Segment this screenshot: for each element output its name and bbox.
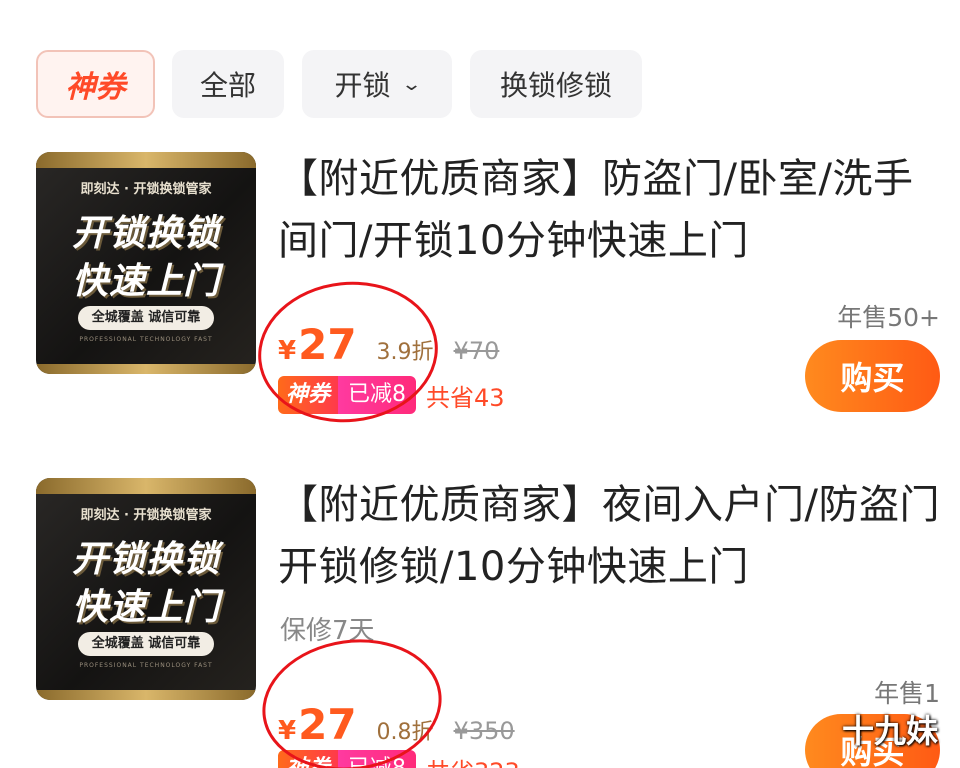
watermark: 十九妹: [841, 712, 938, 750]
reduced-badge: 已减8: [338, 376, 417, 414]
price-symbol: ¥: [278, 336, 297, 366]
warranty-tag: 保修7天: [280, 616, 375, 646]
tab-shenquan[interactable]: 神券: [36, 50, 155, 118]
annual-sales: 年售1: [874, 679, 940, 708]
thumb-slogan-2: 快速上门: [71, 261, 220, 302]
discount-rate: 0.8折: [376, 720, 434, 745]
product-thumbnail[interactable]: 即刻达 · 开锁换锁管家 开锁换锁 快速上门 全城覆盖 诚信可靠 PROFESS…: [36, 152, 256, 374]
thumb-gold-bar: [36, 478, 256, 494]
thumb-gold-bar-bottom: [36, 364, 256, 374]
tab-unlock-label: 开锁: [334, 69, 391, 102]
thumb-brand: 即刻达 · 开锁换锁管家: [80, 182, 212, 197]
thumb-slogan-1: 开锁换锁: [71, 213, 220, 254]
product-title[interactable]: 【附近优质商家】夜间入户门/防盗门开锁修锁/10分钟快速上门: [278, 474, 943, 598]
product-card[interactable]: 即刻达 · 开锁换锁管家 开锁换锁 快速上门 全城覆盖 诚信可靠 PROFESS…: [0, 474, 960, 768]
tab-all[interactable]: 全部: [172, 50, 284, 118]
total-saved: 共省43: [426, 383, 505, 412]
thumb-gold-bar-bottom: [36, 690, 256, 700]
thumb-brand: 即刻达 · 开锁换锁管家: [80, 508, 212, 523]
shenquan-badge: 神券: [278, 376, 339, 414]
tab-unlock[interactable]: 开锁 ⌄: [302, 50, 452, 118]
reduced-badge: 已减8: [338, 750, 417, 768]
tab-change-lock[interactable]: 换锁修锁: [470, 50, 642, 118]
product-card[interactable]: 即刻达 · 开锁换锁管家 开锁换锁 快速上门 全城覆盖 诚信可靠 PROFESS…: [0, 148, 960, 438]
original-price: ¥70: [453, 337, 500, 365]
tab-shenquan-label: 神券: [65, 70, 126, 105]
thumb-pill: 全城覆盖 诚信可靠: [78, 306, 214, 330]
chevron-down-icon: ⌄: [401, 73, 423, 95]
coupon-badges: 神券 已减8 共省323: [278, 750, 520, 768]
total-saved: 共省323: [426, 752, 520, 768]
coupon-badges: 神券 已减8 共省43: [278, 376, 505, 414]
product-thumbnail[interactable]: 即刻达 · 开锁换锁管家 开锁换锁 快速上门 全城覆盖 诚信可靠 PROFESS…: [36, 478, 256, 700]
price-symbol: ¥: [278, 716, 297, 746]
price-row: ¥ 27 3.9折 ¥70: [278, 320, 499, 369]
shenquan-badge: 神券: [278, 750, 339, 768]
tab-change-lock-label: 换锁修锁: [499, 69, 612, 102]
thumb-gold-bar: [36, 152, 256, 168]
thumb-pill: 全城覆盖 诚信可靠: [78, 632, 214, 656]
product-title[interactable]: 【附近优质商家】防盗门/卧室/洗手间门/开锁10分钟快速上门: [278, 148, 943, 272]
thumb-slogan-1: 开锁换锁: [71, 539, 220, 580]
annual-sales: 年售50+: [837, 303, 940, 332]
price-row: ¥ 27 0.8折 ¥350: [278, 700, 515, 749]
tab-all-label: 全部: [199, 69, 256, 102]
discount-rate: 3.9折: [376, 340, 434, 365]
buy-button[interactable]: 购买: [805, 340, 940, 412]
original-price: ¥350: [453, 717, 515, 745]
thumb-tiny-text: PROFESSIONAL TECHNOLOGY FAST: [79, 662, 213, 669]
thumb-slogan-2: 快速上门: [71, 587, 220, 628]
thumb-tiny-text: PROFESSIONAL TECHNOLOGY FAST: [79, 336, 213, 343]
price-value: 27: [298, 320, 357, 369]
price-value: 27: [298, 700, 357, 749]
